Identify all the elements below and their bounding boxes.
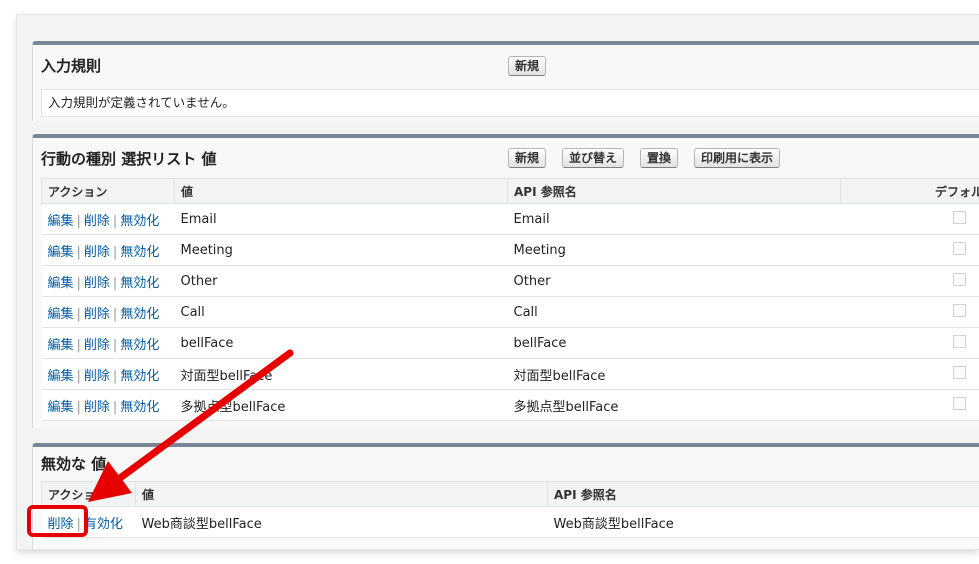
red-arrow-annotation [88, 349, 294, 502]
